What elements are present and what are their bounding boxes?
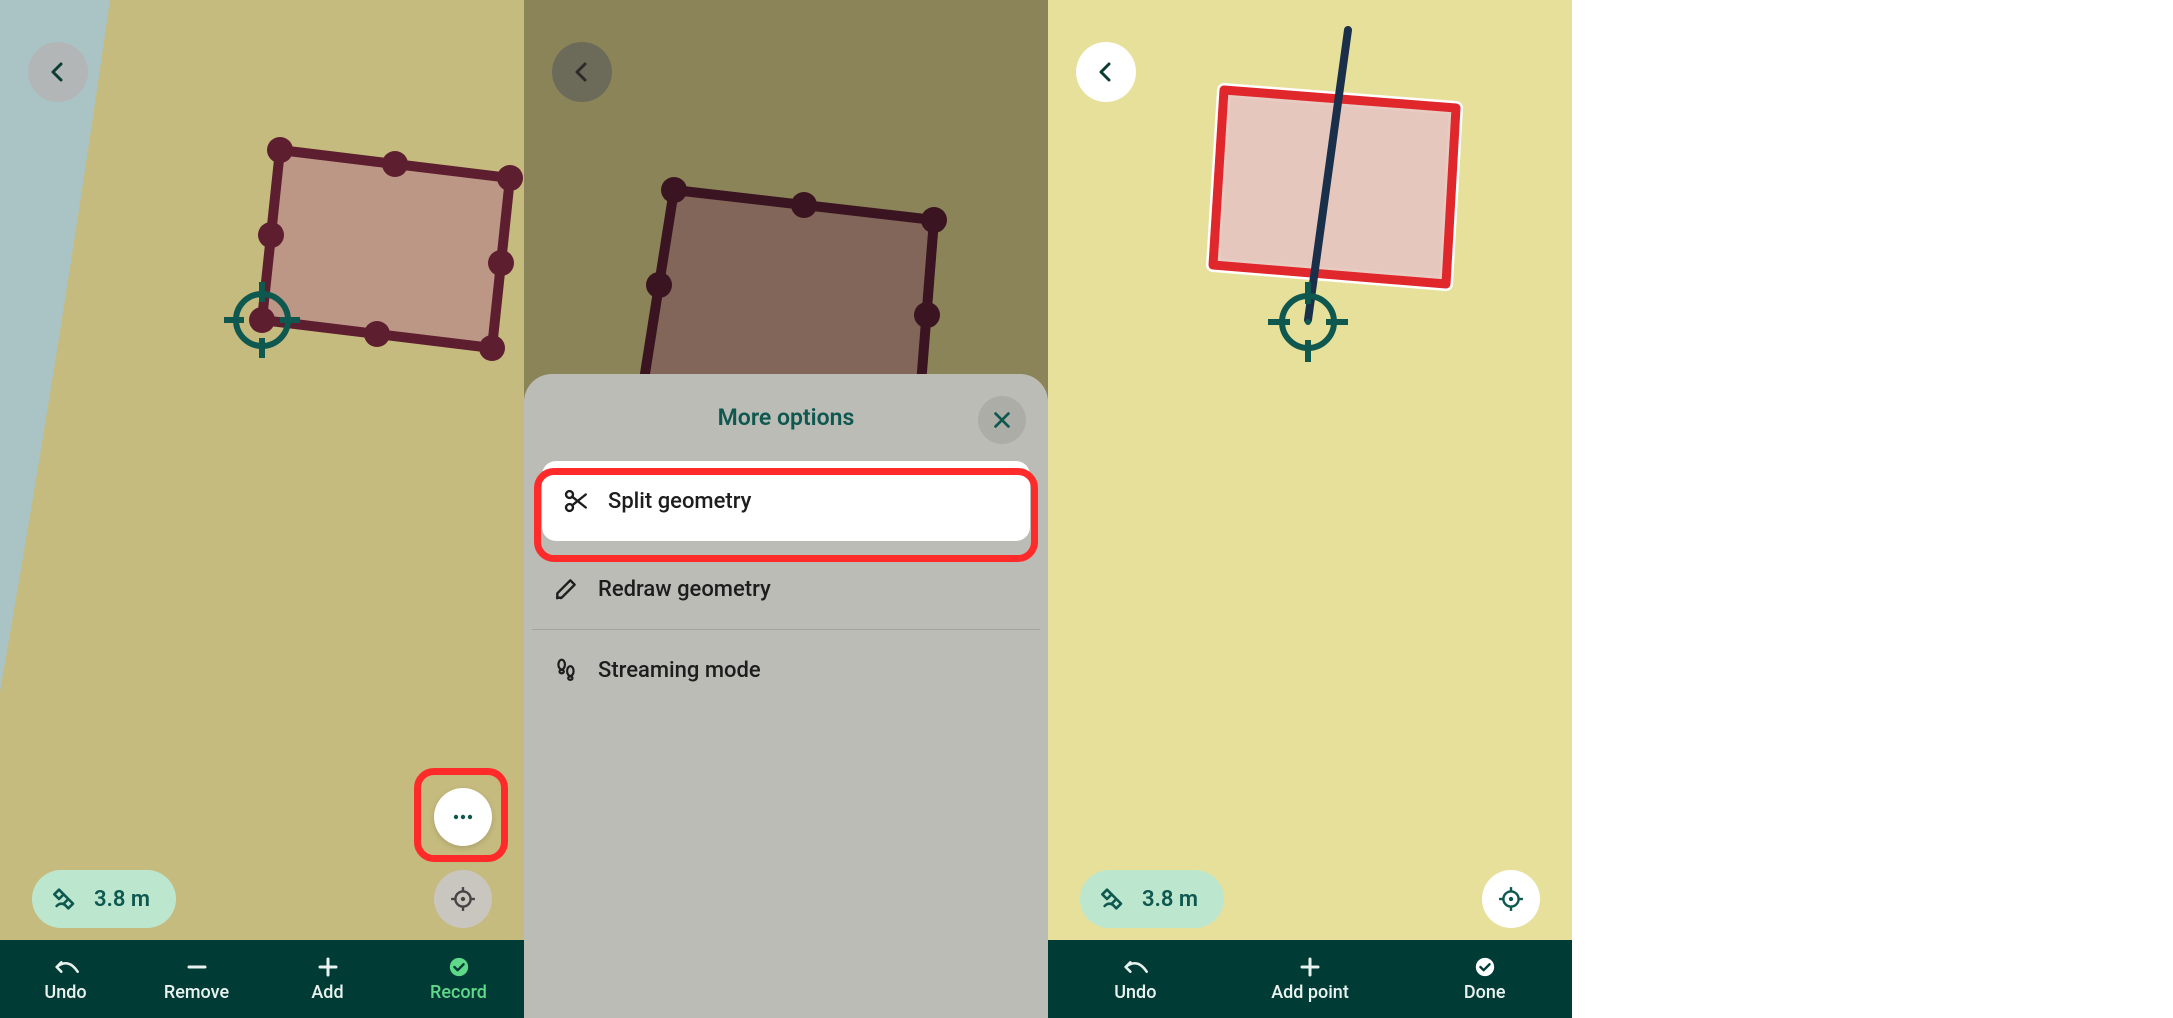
- nav-record-label: Record: [430, 982, 487, 1003]
- option-split-geometry[interactable]: Split geometry: [542, 461, 1030, 541]
- redraw-icon: [552, 575, 580, 603]
- nav-undo-label: Undo: [44, 982, 86, 1003]
- panel-edit-vertices: 3.8 m Undo Remo: [0, 0, 524, 1018]
- satellite-icon: [52, 885, 80, 913]
- sheet-title: More options: [524, 404, 1048, 431]
- nav-record[interactable]: Record: [393, 940, 524, 1018]
- nav-undo-label: Undo: [1114, 982, 1156, 1003]
- undo-icon: [1121, 955, 1149, 979]
- close-button[interactable]: [978, 396, 1026, 444]
- back-button[interactable]: [552, 42, 612, 102]
- locate-icon: [1498, 886, 1524, 912]
- map-background: [1048, 0, 1572, 1018]
- back-button[interactable]: [28, 42, 88, 102]
- locate-icon: [450, 886, 476, 912]
- footsteps-icon: [552, 656, 580, 684]
- gps-accuracy-pill[interactable]: 3.8 m: [32, 870, 176, 928]
- option-streaming-label: Streaming mode: [598, 658, 761, 683]
- more-horizontal-icon: [451, 805, 475, 829]
- gps-accuracy-value: 3.8 m: [94, 887, 150, 912]
- scissors-icon: [562, 487, 590, 515]
- nav-done[interactable]: Done: [1397, 940, 1572, 1018]
- check-circle-icon: [445, 955, 473, 979]
- locate-button[interactable]: [1482, 870, 1540, 928]
- panel-split-line: 3.8 m Undo Add: [1048, 0, 1572, 1018]
- close-icon: [991, 409, 1013, 431]
- option-streaming-mode[interactable]: Streaming mode: [532, 630, 1040, 710]
- locate-button[interactable]: [434, 870, 492, 928]
- option-redraw-geometry[interactable]: Redraw geometry: [532, 549, 1040, 630]
- chevron-left-icon: [1094, 60, 1118, 84]
- more-options-sheet: More options Split geometry Redraw geome…: [524, 374, 1048, 1018]
- chevron-left-icon: [570, 60, 594, 84]
- nav-add-label: Add: [311, 982, 343, 1003]
- plus-icon: [1296, 955, 1324, 979]
- nav-add-point-label: Add point: [1271, 982, 1349, 1003]
- nav-add[interactable]: Add: [262, 940, 393, 1018]
- satellite-icon: [1100, 885, 1128, 913]
- minus-icon: [183, 955, 211, 979]
- nav-add-point[interactable]: Add point: [1223, 940, 1398, 1018]
- option-redraw-label: Redraw geometry: [598, 577, 771, 602]
- bottom-nav: Undo Add point Done: [1048, 940, 1572, 1018]
- bottom-nav: Undo Remove Add Record: [0, 940, 524, 1018]
- option-split-label: Split geometry: [608, 489, 751, 514]
- nav-undo[interactable]: Undo: [1048, 940, 1223, 1018]
- nav-done-label: Done: [1464, 982, 1506, 1003]
- panel-more-options: More options Split geometry Redraw geome…: [524, 0, 1048, 1018]
- nav-remove-label: Remove: [164, 982, 229, 1003]
- gps-accuracy-value: 3.8 m: [1142, 887, 1198, 912]
- chevron-left-icon: [46, 60, 70, 84]
- gps-accuracy-pill[interactable]: 3.8 m: [1080, 870, 1224, 928]
- nav-undo[interactable]: Undo: [0, 940, 131, 1018]
- more-options-button[interactable]: [434, 788, 492, 846]
- plus-icon: [314, 955, 342, 979]
- nav-remove[interactable]: Remove: [131, 940, 262, 1018]
- check-circle-icon: [1471, 955, 1499, 979]
- back-button[interactable]: [1076, 42, 1136, 102]
- map-background: [0, 0, 524, 1018]
- undo-icon: [52, 955, 80, 979]
